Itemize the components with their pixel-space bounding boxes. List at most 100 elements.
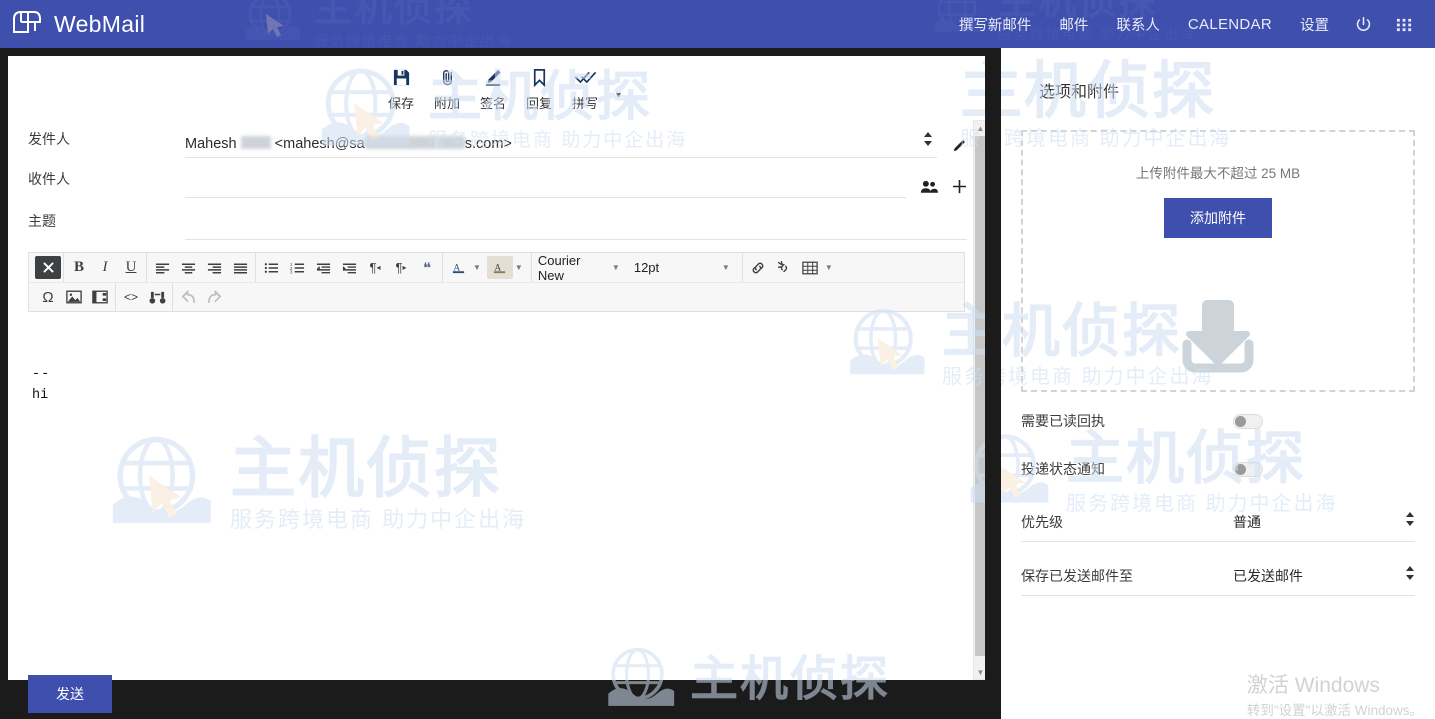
save-sent-updown-arrows-icon[interactable]: [1405, 565, 1415, 586]
updown-arrows-icon[interactable]: [923, 131, 937, 152]
from-value-mid: <mahesh@sa: [271, 136, 365, 152]
reply-button[interactable]: 回复: [516, 56, 562, 112]
nav-compose[interactable]: 撰写新邮件: [945, 8, 1046, 41]
read-receipt-label: 需要已读回执: [1021, 411, 1233, 431]
grid-apps-icon[interactable]: [1384, 12, 1425, 37]
table-icon[interactable]: [797, 256, 823, 279]
brand[interactable]: WebMail: [0, 8, 145, 41]
background-color-caret-icon[interactable]: ▼: [513, 263, 529, 272]
to-label: 收件人: [28, 169, 185, 198]
pencil-icon[interactable]: [951, 138, 967, 154]
table-caret-icon[interactable]: ▼: [823, 263, 839, 272]
add-attachment-button[interactable]: 添加附件: [1164, 198, 1272, 238]
from-select[interactable]: Mahesh <mahesh@sas.com>: [185, 118, 937, 158]
subject-label: 主题: [28, 211, 185, 240]
attach-button[interactable]: 附加: [424, 56, 470, 112]
attachment-dropzone[interactable]: 上传附件最大不超过 25 MB 添加附件: [1021, 130, 1415, 392]
special-character-icon[interactable]: Ω: [35, 286, 61, 309]
send-button[interactable]: 发送: [28, 675, 112, 713]
options-pane: 选项和附件 上传附件最大不超过 25 MB 添加附件 需要已读回执 投递状态通知…: [1001, 56, 1435, 719]
nav-mail[interactable]: 邮件: [1045, 8, 1102, 41]
compose-action-toolbar: 保存 附加 签名 回复: [8, 56, 985, 118]
underline-icon[interactable]: U: [118, 256, 144, 279]
priority-updown-arrows-icon[interactable]: [1405, 511, 1415, 532]
main-nav: 撰写新邮件 邮件 联系人 CALENDAR 设置: [945, 8, 1435, 41]
remove-format-icon[interactable]: [35, 256, 61, 279]
unlink-icon[interactable]: [771, 256, 797, 279]
redo-icon[interactable]: [201, 286, 227, 309]
editor-toolbar-row-2: Ω <>: [29, 282, 964, 311]
contacts-icon[interactable]: [920, 179, 938, 194]
delivery-status-toggle[interactable]: [1233, 462, 1263, 477]
header-watermark: 主机侦探 服务跨境电商 助力中企出海: [240, 0, 512, 48]
undo-icon[interactable]: [175, 286, 201, 309]
priority-label: 优先级: [1021, 512, 1233, 532]
numbered-list-icon[interactable]: 123: [284, 256, 310, 279]
windows-activation-subtitle: 转到"设置"以激活 Windows。: [1247, 699, 1423, 719]
background-color-icon[interactable]: A: [487, 256, 513, 279]
italic-icon[interactable]: I: [92, 256, 118, 279]
align-right-icon[interactable]: [201, 256, 227, 279]
insert-image-icon[interactable]: [61, 286, 87, 309]
to-row: 收件人: [28, 158, 967, 198]
font-size-value: 12pt: [634, 260, 659, 275]
plus-icon[interactable]: [952, 179, 967, 194]
signature-button[interactable]: 签名: [470, 56, 516, 112]
to-input[interactable]: [185, 158, 906, 198]
watermark-globe-icon: [240, 0, 304, 48]
bullet-list-icon[interactable]: [258, 256, 284, 279]
delivery-status-knob: [1235, 464, 1246, 475]
from-label: 发件人: [28, 129, 185, 158]
spellcheck-button[interactable]: 拼写: [562, 56, 608, 112]
windows-activation-watermark: 激活 Windows 转到"设置"以激活 Windows。: [1247, 673, 1423, 719]
priority-row[interactable]: 优先级 普通: [1021, 502, 1415, 542]
text-style-group: B I U: [64, 253, 147, 282]
find-replace-icon[interactable]: [144, 286, 170, 309]
compose-pane: 保存 附加 签名 回复: [8, 56, 985, 680]
text-color-icon[interactable]: A: [445, 256, 471, 279]
read-receipt-row: 需要已读回执: [1021, 402, 1415, 440]
download-tray-icon: [1175, 296, 1261, 379]
spellcheck-dropdown-caret[interactable]: ▾: [616, 90, 621, 101]
bold-icon[interactable]: B: [66, 256, 92, 279]
source-code-icon[interactable]: <>: [118, 286, 144, 309]
insert-link-icon[interactable]: [745, 256, 771, 279]
align-center-icon[interactable]: [175, 256, 201, 279]
nav-settings[interactable]: 设置: [1286, 8, 1343, 41]
nav-contacts[interactable]: 联系人: [1102, 8, 1174, 41]
text-color-caret-icon[interactable]: ▼: [471, 263, 487, 272]
blockquote-icon[interactable]: ❝: [414, 256, 440, 279]
font-family-caret-icon: ▼: [610, 263, 626, 272]
save-button[interactable]: 保存: [378, 56, 424, 112]
save-sent-label: 保存已发送邮件至: [1021, 566, 1233, 586]
font-size-select[interactable]: 12pt ▼: [630, 256, 740, 279]
power-icon[interactable]: [1343, 12, 1384, 37]
read-receipt-toggle[interactable]: [1233, 414, 1263, 429]
subject-input[interactable]: [185, 198, 967, 240]
nav-calendar[interactable]: CALENDAR: [1174, 10, 1286, 39]
save-label: 保存: [388, 93, 414, 112]
delivery-status-label: 投递状态通知: [1021, 459, 1233, 479]
indent-icon[interactable]: [336, 256, 362, 279]
double-check-spell-icon: [574, 66, 596, 88]
paperclip-icon: [438, 66, 457, 88]
code-group: <>: [116, 283, 173, 312]
insert-video-icon[interactable]: [87, 286, 113, 309]
from-value: Mahesh <mahesh@sas.com>: [185, 136, 512, 152]
editor-toolbar-row-1: B I U: [29, 253, 964, 282]
editor-content[interactable]: -- hi: [28, 312, 965, 406]
font-family-select[interactable]: Courier New ▼: [534, 256, 630, 279]
ltr-direction-icon[interactable]: ¶▸: [388, 256, 414, 279]
outdent-icon[interactable]: [310, 256, 336, 279]
window-frame-bottom: [0, 680, 1001, 719]
attach-label: 附加: [434, 93, 460, 112]
align-left-icon[interactable]: [149, 256, 175, 279]
rtl-direction-icon[interactable]: ¶◂: [362, 256, 388, 279]
delivery-status-row: 投递状态通知: [1021, 450, 1415, 488]
align-justify-icon[interactable]: [227, 256, 253, 279]
save-sent-value: 已发送邮件: [1233, 566, 1303, 586]
history-group: [173, 283, 229, 312]
save-sent-row[interactable]: 保存已发送邮件至 已发送邮件: [1021, 556, 1415, 596]
editor-body[interactable]: -- hi: [28, 312, 965, 667]
app-header: 主机侦探 服务跨境电商 助力中企出海 主机侦探 服务跨境电商 助力中企出海: [0, 0, 1435, 48]
